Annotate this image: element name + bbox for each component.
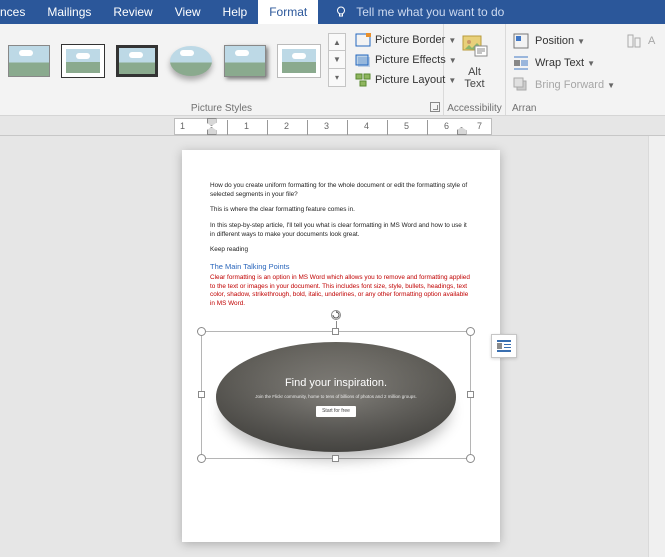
alt-text-icon	[459, 30, 491, 62]
position-icon	[512, 33, 530, 49]
alt-text-button[interactable]: Alt Text	[453, 24, 497, 92]
tab-view[interactable]: View	[164, 0, 212, 24]
first-line-indent[interactable]	[207, 118, 217, 126]
picture-border-label: Picture Border	[375, 34, 445, 46]
picture-layout-menu[interactable]: Picture Layout ▼	[352, 70, 459, 90]
resize-handle-ne[interactable]	[466, 327, 475, 336]
gallery-more-button[interactable]: ▾	[328, 69, 346, 87]
paragraph: How do you create uniform formatting for…	[210, 182, 472, 199]
group-label-arrange: Arran	[512, 103, 536, 114]
picture-effects-label: Picture Effects	[375, 54, 446, 66]
picture-layout-label: Picture Layout	[375, 74, 445, 86]
resize-handle-e[interactable]	[467, 391, 474, 398]
alt-text-label: Alt Text	[464, 66, 484, 90]
picture-effects-icon	[354, 52, 372, 68]
gallery-row-up[interactable]: ▲	[328, 33, 346, 51]
group-label-accessibility: Accessibility	[444, 103, 505, 114]
picture-border-icon	[354, 32, 372, 48]
chevron-down-icon: ▼	[607, 81, 615, 90]
style-thumb-thick[interactable]	[58, 32, 108, 90]
wrap-text-icon	[512, 55, 530, 71]
position-menu[interactable]: Position ▼	[512, 30, 615, 52]
paragraph: Keep reading	[210, 246, 472, 255]
resize-handle-s[interactable]	[332, 455, 339, 462]
tab-format[interactable]: Format	[258, 0, 318, 24]
picture-styles-gallery[interactable]: ▲ ▼ ▾	[0, 24, 348, 96]
tab-review[interactable]: Review	[102, 0, 163, 24]
tab-mailings[interactable]: Mailings	[36, 0, 102, 24]
layout-options-icon	[497, 340, 511, 352]
hanging-indent[interactable]	[207, 127, 217, 135]
picture-border-menu[interactable]: Picture Border ▼	[352, 30, 459, 50]
vertical-scrollbar[interactable]	[648, 136, 665, 557]
paragraph: This is where the clear formatting featu…	[210, 206, 472, 215]
paragraph: In this step-by-step article, I'll tell …	[210, 222, 472, 239]
picture-effects-menu[interactable]: Picture Effects ▼	[352, 50, 459, 70]
picture-layout-icon	[354, 72, 372, 88]
resize-handle-se[interactable]	[466, 454, 475, 463]
wrap-text-label: Wrap Text	[535, 57, 584, 69]
style-thumb-oval[interactable]	[166, 32, 216, 90]
group-label-styles: Picture Styles	[0, 103, 443, 114]
resize-handle-sw[interactable]	[197, 454, 206, 463]
bring-forward-icon	[512, 77, 530, 93]
align-menu[interactable]: A	[625, 30, 655, 52]
style-thumb-frame[interactable]	[112, 32, 162, 90]
bring-forward-menu[interactable]: Bring Forward ▼	[512, 74, 615, 96]
style-thumb-thickgray[interactable]	[274, 32, 324, 90]
align-icon	[625, 33, 643, 49]
chevron-down-icon: ▼	[587, 59, 595, 68]
picture-selection-box[interactable]: Find your inspiration. Join the Flickr c…	[201, 331, 471, 459]
align-label: A	[648, 35, 655, 47]
right-indent[interactable]	[457, 127, 467, 135]
chevron-down-icon: ▼	[577, 37, 585, 46]
resize-handle-nw[interactable]	[197, 327, 206, 336]
rotate-handle[interactable]	[331, 310, 341, 320]
tell-me-search[interactable]: Tell me what you want to do	[356, 0, 504, 24]
picture-subtitle: Join the Flickr community, home to tens …	[255, 394, 417, 400]
horizontal-ruler[interactable]: 1 1 2 3 4 5 6 7	[0, 116, 665, 136]
style-thumb-shadow[interactable]	[220, 32, 270, 90]
position-label: Position	[535, 35, 574, 47]
tab-help[interactable]: Help	[212, 0, 259, 24]
heading: The Main Talking Points	[210, 262, 472, 272]
red-paragraph: Clear formatting is an option in MS Word…	[210, 274, 472, 309]
gallery-row-down[interactable]: ▼	[328, 51, 346, 69]
lightbulb-icon	[334, 0, 348, 24]
picture-button: Start for free	[316, 406, 356, 417]
document-page[interactable]: How do you create uniform formatting for…	[182, 150, 500, 542]
style-thumb-plain[interactable]	[4, 32, 54, 90]
wrap-text-menu[interactable]: Wrap Text ▼	[512, 52, 615, 74]
dialog-launcher-styles[interactable]	[430, 102, 440, 112]
inserted-picture[interactable]: Find your inspiration. Join the Flickr c…	[216, 342, 456, 452]
picture-title: Find your inspiration.	[285, 376, 387, 391]
bring-forward-label: Bring Forward	[535, 79, 604, 91]
resize-handle-w[interactable]	[198, 391, 205, 398]
tab-references[interactable]: nces	[0, 0, 36, 24]
resize-handle-n[interactable]	[332, 328, 339, 335]
layout-options-button[interactable]	[491, 334, 517, 358]
